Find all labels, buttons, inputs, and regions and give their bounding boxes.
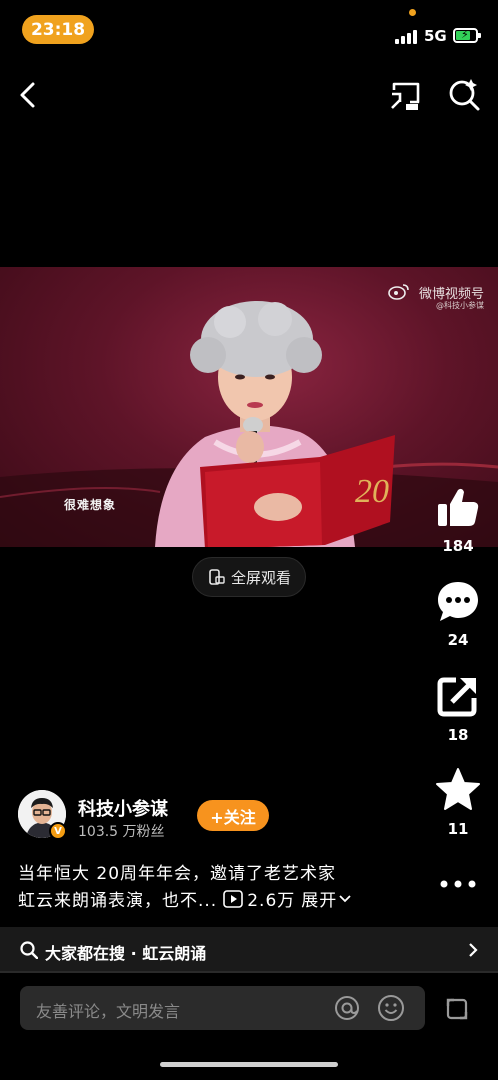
cast-icon[interactable] (388, 80, 422, 112)
favorite-count: 11 (447, 820, 469, 838)
play-icon (223, 889, 244, 908)
description-line-2: 虹云来朗诵表演，也不... 2.6万 展开 (18, 886, 351, 911)
play-count: 2.6万 (223, 886, 295, 911)
star-icon[interactable] (434, 766, 482, 814)
chevron-right-icon (469, 943, 478, 957)
at-mention-icon[interactable] (334, 995, 360, 1021)
verified-badge: V (49, 822, 67, 840)
status-time: 23:18 (22, 15, 94, 44)
comment-icon[interactable] (434, 578, 482, 626)
comment-input[interactable]: 友善评论，文明发言 (20, 986, 425, 1030)
expand-icon[interactable] (440, 992, 474, 1026)
expand-button[interactable]: 展开 (301, 886, 351, 911)
fullscreen-label: 全屏观看 (230, 568, 291, 587)
battery-icon: ⚡ (453, 28, 481, 43)
rotate-screen-icon (209, 569, 225, 585)
comment-count: 24 (447, 631, 469, 649)
play-count-value: 2.6万 (247, 891, 296, 911)
emoji-icon[interactable] (377, 994, 405, 1022)
more-icon[interactable] (438, 876, 478, 892)
network-type: 5G (424, 27, 447, 45)
weibo-logo-icon (388, 284, 409, 300)
description-line-1: 当年恒大 20周年年会，邀请了老艺术家 (18, 864, 337, 884)
signal-icon (395, 28, 419, 44)
fan-count: 103.5 万粉丝 (78, 824, 165, 840)
watermark-account: @科技小参谋 (436, 301, 484, 310)
like-count: 184 (442, 537, 474, 555)
search-icon[interactable] (447, 78, 481, 112)
recording-indicator (409, 9, 416, 16)
author-name[interactable]: 科技小参谋 (78, 795, 168, 821)
video-player[interactable]: 20 微博视频号 @科技小参谋 很难想象 (0, 267, 498, 547)
share-icon[interactable] (434, 672, 482, 720)
comment-placeholder: 友善评论，文明发言 (36, 1002, 181, 1021)
search-icon (20, 941, 38, 959)
hot-search-text: 大家都在搜 · 虹云朗诵 (45, 944, 207, 963)
share-count: 18 (447, 726, 469, 744)
expand-label: 展开 (301, 891, 338, 911)
follow-button[interactable]: +关注 (197, 800, 269, 831)
description-text: 虹云来朗诵表演，也不... (18, 891, 218, 911)
home-indicator[interactable] (160, 1062, 338, 1067)
chevron-down-icon (339, 894, 351, 902)
fullscreen-button[interactable]: 全屏观看 (192, 557, 306, 597)
video-subtitle: 很难想象 (64, 498, 117, 512)
hot-search-bar[interactable]: 大家都在搜 · 虹云朗诵 (0, 927, 498, 973)
thumbs-up-icon[interactable] (434, 484, 482, 532)
chevron-left-icon[interactable] (14, 78, 44, 112)
svg-text:20: 20 (355, 473, 389, 510)
